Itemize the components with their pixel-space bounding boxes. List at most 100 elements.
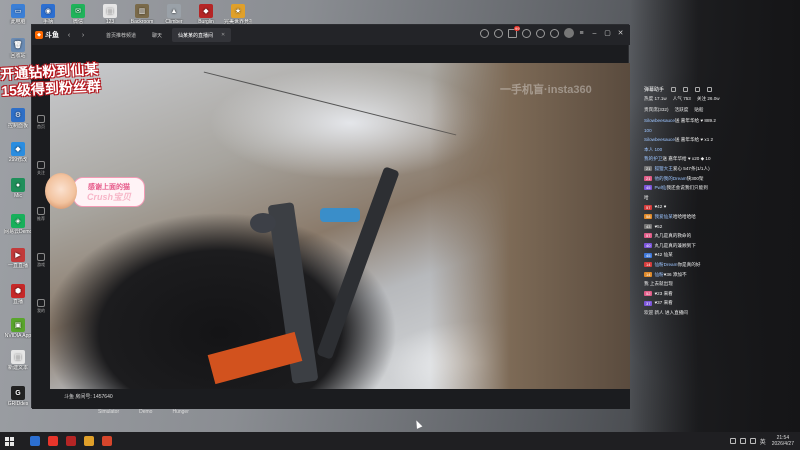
tray-volume-icon[interactable] [749,438,756,444]
download-icon[interactable] [494,28,503,38]
minimize-button[interactable]: – [589,30,600,37]
tray-network-icon[interactable] [739,438,746,444]
taskbar-app-icon [48,436,58,446]
danmaku-lock-icon[interactable] [683,86,689,92]
start-button[interactable] [0,432,18,450]
taskbar-app[interactable] [44,432,62,450]
taskbar-app[interactable] [98,432,116,450]
desktop-icon[interactable]: ◆ 299修改 [4,142,32,163]
danmaku-line[interactable]: 欢迎 新人 进入直播间 [644,308,754,318]
desktop-icon[interactable]: ◈ 网易云Demo [4,214,32,235]
tab-2[interactable]: 仙某某的直播间 ✕ [172,28,232,42]
danmaku-line[interactable]: Silowbeesauce 送 嘉年华给 ♥ x1 2 [644,135,754,145]
rail-item[interactable]: 我的 [32,299,50,321]
maximize-button[interactable]: ▢ [602,29,613,37]
desktop-icon[interactable]: ▥ Backroom [128,4,156,25]
danmaku-user[interactable]: 本人 100 [644,145,662,155]
desktop-icon[interactable]: G GRIDdes [4,386,32,407]
danmaku-user[interactable]: 我爱仙某 [654,212,672,222]
danmaku-line[interactable]: 14 仙粉Dream 你是真的好 [644,260,754,270]
clock[interactable]: 21:54 2026/4/27 [772,435,794,447]
danmaku-user[interactable]: Silowbeesauce [644,135,675,145]
fan-level-badge: 21 [644,175,653,181]
fan-level-badge: 57 [644,204,653,210]
danmaku-line[interactable]: 我的护卫 送 嘉年华给 ♥ x20 ◆ 10 [644,154,754,164]
menu-icon[interactable]: ≡ [576,30,587,37]
danmaku-tab[interactable]: 活跃度 [675,107,689,116]
danmaku-user[interactable]: 仙粉 [654,270,663,280]
app-logo[interactable]: ◆ 斗鱼 [32,25,62,45]
task-icon[interactable] [522,28,531,38]
tab-close-icon[interactable]: ✕ [221,32,225,38]
input-language[interactable]: 英 [760,437,766,446]
back-button[interactable]: ‹ [62,32,76,39]
live-video-player[interactable]: 一手机盲·insta360 [50,63,630,389]
danmaku-line[interactable]: 哈 [644,193,754,203]
danmaku-user[interactable]: Pwl仙 [654,183,666,193]
danmaku-line[interactable]: 57 丸几是真的救命的 [644,231,754,241]
danmaku-tabs: 贵宾席(332) 活跃度 贴船 [644,107,754,116]
danmaku-line[interactable]: 21 狐狸大王 爱心 547条(1/1人) [644,164,754,174]
danmaku-user[interactable]: 我的护卫 [644,154,662,164]
danmaku-line[interactable]: 45 ♥42 仙某 [644,250,754,260]
game-link[interactable]: Demo [139,409,152,415]
desktop-icon[interactable]: ⬢ 直播 [4,284,32,305]
desktop-icon[interactable]: ★ 完美世界竞技 [224,4,252,25]
danmaku-line[interactable]: 57 ♥42 ♥ [644,202,754,212]
settings-icon[interactable] [550,28,559,38]
desktop-icon[interactable]: ▤ 新建文本 [4,350,32,371]
danmaku-line[interactable]: 43 ♥52 [644,222,754,232]
tab-1[interactable]: 聊天 [146,28,168,42]
taskbar-app[interactable] [62,432,80,450]
message-icon[interactable]: 99 [508,25,521,38]
rail-item[interactable]: 首页 [32,115,50,137]
danmaku-user[interactable]: 狐狸大王 [654,164,672,174]
desktop-icon[interactable]: ▤ 123 [96,4,124,25]
taskbar-app[interactable] [80,432,98,450]
danmaku-user[interactable]: 他的我的Dream [654,174,686,184]
danmaku-line[interactable]: 14 仙粉 ♥36 添加不 [644,270,754,280]
desktop-icon[interactable]: ⚙ 控制面板 [4,108,32,129]
danmaku-line[interactable]: 本人 100 [644,145,754,155]
desktop-icon[interactable]: ◉ 手柄 [34,4,62,25]
danmaku-close-icon[interactable] [707,86,713,92]
desktop-icon[interactable]: ▭ 此电脑 [4,4,32,25]
danmaku-line[interactable]: 21 他的我的Dream 快300架 [644,174,754,184]
history-icon[interactable] [480,28,489,38]
danmaku-filter-icon[interactable] [695,86,701,92]
rail-item[interactable]: 游戏 [32,253,50,275]
danmaku-tab[interactable]: 贵宾席(332) [644,107,669,116]
close-button[interactable]: ✕ [615,29,626,37]
danmaku-tab[interactable]: 贴船 [694,107,703,116]
camera-watermark: 一手机盲·insta360 [500,84,592,96]
gift-icon[interactable] [536,28,545,38]
danmaku-user[interactable]: Silowbeesauce [644,116,675,126]
danmaku-list[interactable]: Silowbeesauce 送 嘉年华给 ♥ 889.2 100 Silowbee… [644,116,754,317]
danmaku-line[interactable]: Silowbeesauce 送 嘉年华给 ♥ 889.2 [644,116,754,126]
desktop-icon[interactable]: ◆ Burglin [192,4,220,25]
desktop-icon[interactable]: ● Mic [4,178,32,199]
tab-0[interactable]: 首页推荐频道 [100,28,142,42]
danmaku-line[interactable]: 58 我爱仙某 哈哈哈哈哈 [644,212,754,222]
desktop-icon[interactable]: ▣ NVIDIA App [4,318,32,339]
danmaku-user[interactable]: 100 [644,126,652,136]
danmaku-line[interactable]: 37 ♥37 来看 [644,298,754,308]
desktop-icon[interactable]: ▲ Climber [160,4,188,25]
forward-button[interactable]: › [76,32,90,39]
danmaku-line[interactable]: 40 丸几是真的兼顾到下 [644,241,754,251]
danmaku-line[interactable]: 52 ♥23 来看 [644,289,754,299]
tab-label: 仙某某的直播间 [178,32,214,39]
tray-chevron-icon[interactable] [729,438,736,444]
desktop-icon[interactable]: ✉ 微信 [64,4,92,25]
game-link[interactable]: Simulator [98,409,119,415]
danmaku-user[interactable]: 仙粉Dream [654,260,677,270]
danmaku-line[interactable]: 45 Pwl仙 我还会说我们只能到 [644,183,754,193]
user-avatar[interactable] [564,28,574,38]
danmaku-line[interactable]: 100 [644,126,754,136]
game-link[interactable]: Hunger [172,409,188,415]
desktop-icon[interactable]: ▶ 一直直播 [4,248,32,269]
danmaku-line[interactable]: 我 上去就出现 [644,279,754,289]
taskbar-app[interactable] [26,432,44,450]
danmaku-settings-icon[interactable] [671,86,677,92]
desktop-icon[interactable]: 🗑 回收站 [4,38,32,59]
